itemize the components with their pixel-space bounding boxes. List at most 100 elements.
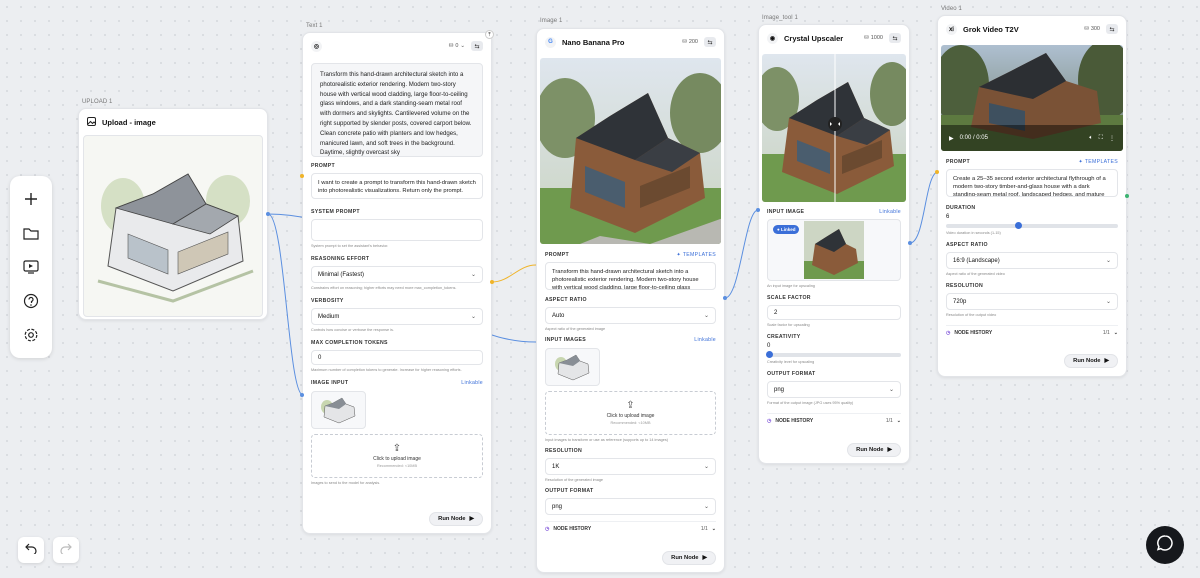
upload-icon: ⇪ [626,400,635,411]
settings-toggle-button[interactable]: ⇆ [889,33,901,43]
aspect-ratio-select[interactable]: Auto ⌄ [545,307,716,324]
settings-gear-icon[interactable] [20,324,42,346]
input-images-label: INPUT IMAGES Linkable [545,337,716,343]
resolution-hint: Resolution of the output video [946,313,997,317]
linkable-link[interactable]: Linkable [461,380,483,386]
uploaded-sketch-image[interactable] [83,135,263,317]
node-history-row[interactable]: ◷ NODE HISTORY 1/1 ⌄ [946,325,1118,339]
openai-logo-icon: ◎ [311,40,322,52]
node-history-row[interactable]: ◷ NODE HISTORY 1/1 ⌄ [767,413,901,427]
expand-icon[interactable]: ⤒ [485,30,494,39]
chevron-down-icon: ⌄ [470,272,476,278]
text-image-port[interactable] [300,393,304,397]
resolution-label: RESOLUTION [545,448,583,454]
aspect-ratio-hint: Aspect ratio of the generated image [545,327,606,331]
prompt-input[interactable]: I want to create a prompt to transform t… [311,173,483,199]
redo-icon [60,541,72,559]
image-upload-dropzone[interactable]: ⇪ Click to upload image Recommended: <10… [545,391,716,435]
duration-slider[interactable] [946,222,1118,229]
text-prompt-port[interactable] [300,174,304,178]
fullscreen-icon[interactable]: ⛶ [1099,135,1103,142]
upload-output-port[interactable] [266,212,270,216]
settings-toggle-button[interactable]: ⇆ [704,37,716,47]
image-input-thumbnail[interactable] [311,391,366,429]
help-icon[interactable] [20,290,42,312]
verbosity-select[interactable]: Medium ⌄ [311,308,483,325]
resolution-select[interactable]: 1K ⌄ [545,458,716,475]
templates-link[interactable]: ✦ TEMPLATES [1079,159,1118,165]
max-tokens-input[interactable]: 0 [311,350,483,365]
prompt-input[interactable]: Create a 25–35 second exterior architect… [946,169,1118,197]
duration-slider-knob[interactable] [1014,222,1022,229]
play-icon: ▶ [887,447,892,453]
video-prompt-port[interactable] [935,170,939,174]
video-controls: ▶ 0:00 / 0:05 🔈︎ ⛶ ⋮ [941,125,1123,151]
text-output-port[interactable] [490,280,494,284]
input-image-thumbnail[interactable] [545,348,600,386]
image-output-port[interactable] [723,296,727,300]
run-node-button[interactable]: Run Node ▶ [662,551,716,565]
run-node-button[interactable]: Run Node ▶ [847,443,901,457]
creativity-hint: Creativity level for upscaling [767,360,815,364]
history-icon: ◷ [946,329,951,336]
settings-toggle-button[interactable]: ⇆ [1106,24,1118,34]
volume-icon[interactable]: 🔈︎ [1089,135,1093,142]
creativity-slider-knob[interactable] [766,351,773,358]
add-node-icon[interactable] [20,188,42,210]
upscale-input-port[interactable] [756,208,760,212]
undo-button[interactable] [18,537,44,563]
redo-button[interactable] [53,537,79,563]
scale-factor-label: SCALE FACTOR [767,295,811,301]
templates-link[interactable]: ✦ TEMPLATES [677,252,716,258]
chat-button[interactable] [1146,526,1184,564]
upscale-node-header: ◉ Crystal Upscaler ⛁ 1000 ⇆ [759,25,909,51]
video-output-port[interactable] [1125,194,1129,198]
input-image-hint: An input image for upscaling [767,284,815,288]
generated-image[interactable] [540,58,721,244]
chevron-down-icon: ⌄ [460,43,465,49]
input-image-preview[interactable]: ● Linked [767,219,901,281]
chevron-down-icon: ⌄ [888,387,894,393]
reasoning-hint: Constrains effort on reasoning; higher e… [311,286,457,290]
output-format-select[interactable]: png ⌄ [545,498,716,515]
linkable-link[interactable]: Linkable [694,337,716,343]
scale-factor-hint: Scale factor for upscaling [767,323,810,327]
video-node[interactable]: ⅺ Grok Video T2V ⛁ 300 ⇆ ▶ 0:00 / 0:05 🔈︎… [937,15,1127,377]
video-node-title: Grok Video T2V [963,24,1019,34]
upscale-compare-image[interactable] [762,54,906,202]
upscale-output-port[interactable] [908,241,912,245]
media-icon[interactable] [20,256,42,278]
system-prompt-input[interactable] [311,219,483,241]
left-toolbar [10,176,52,358]
input-images-hint: Input images to transform or use as refe… [545,438,669,442]
more-options-icon[interactable]: ⋮ [1109,135,1115,142]
reasoning-effort-select[interactable]: Minimal (Fastest) ⌄ [311,266,483,283]
run-node-button[interactable]: Run Node ▶ [429,512,483,526]
image-node[interactable]: G Nano Banana Pro ⛁ 200 ⇆ PROMPT ✦ TEMPLAT… [536,28,725,573]
chevron-down-icon: ⌄ [703,313,709,319]
resolution-select[interactable]: 720p ⌄ [946,293,1118,310]
output-format-label: OUTPUT FORMAT [545,488,594,494]
scale-factor-input[interactable]: 2 [767,305,901,320]
prompt-input[interactable]: Transform this hand-drawn architectural … [545,262,716,290]
credit-cost: ⛁ 1000 [864,35,883,41]
folder-icon[interactable] [20,222,42,244]
output-format-select[interactable]: png ⌄ [767,381,901,398]
creativity-slider[interactable] [766,351,901,358]
upscale-node-title: Crystal Upscaler [784,33,844,43]
video-player[interactable]: ▶ 0:00 / 0:05 🔈︎ ⛶ ⋮ [941,45,1123,151]
image-upload-dropzone[interactable]: ⇪ Click to upload image Recommended: <10… [311,434,483,478]
output-format-hint: Format of the output image (JPG uses 95%… [767,401,854,405]
text-node[interactable]: ◎ ⛁ 0 ⌄ ⇆ Transform this hand-drawn archit… [302,32,492,534]
image-input-label: IMAGE INPUT Linkable [311,380,483,386]
play-icon[interactable]: ▶ [949,135,954,142]
aspect-ratio-select[interactable]: 16:9 (Landscape) ⌄ [946,252,1118,269]
settings-toggle-button[interactable]: ⇆ [471,41,483,51]
linkable-link[interactable]: Linkable [879,209,901,215]
run-node-button[interactable]: Run Node ▶ [1064,354,1118,368]
upload-node[interactable]: Upload - image [78,108,268,320]
node-history-row[interactable]: ◷ NODE HISTORY 1/1 ⌄ [545,521,716,535]
credit-cost: ⛁ 300 [1084,26,1100,32]
upscale-node[interactable]: ◉ Crystal Upscaler ⛁ 1000 ⇆ INPUT IMAGE Li… [758,24,910,464]
duration-label: DURATION [946,205,976,211]
